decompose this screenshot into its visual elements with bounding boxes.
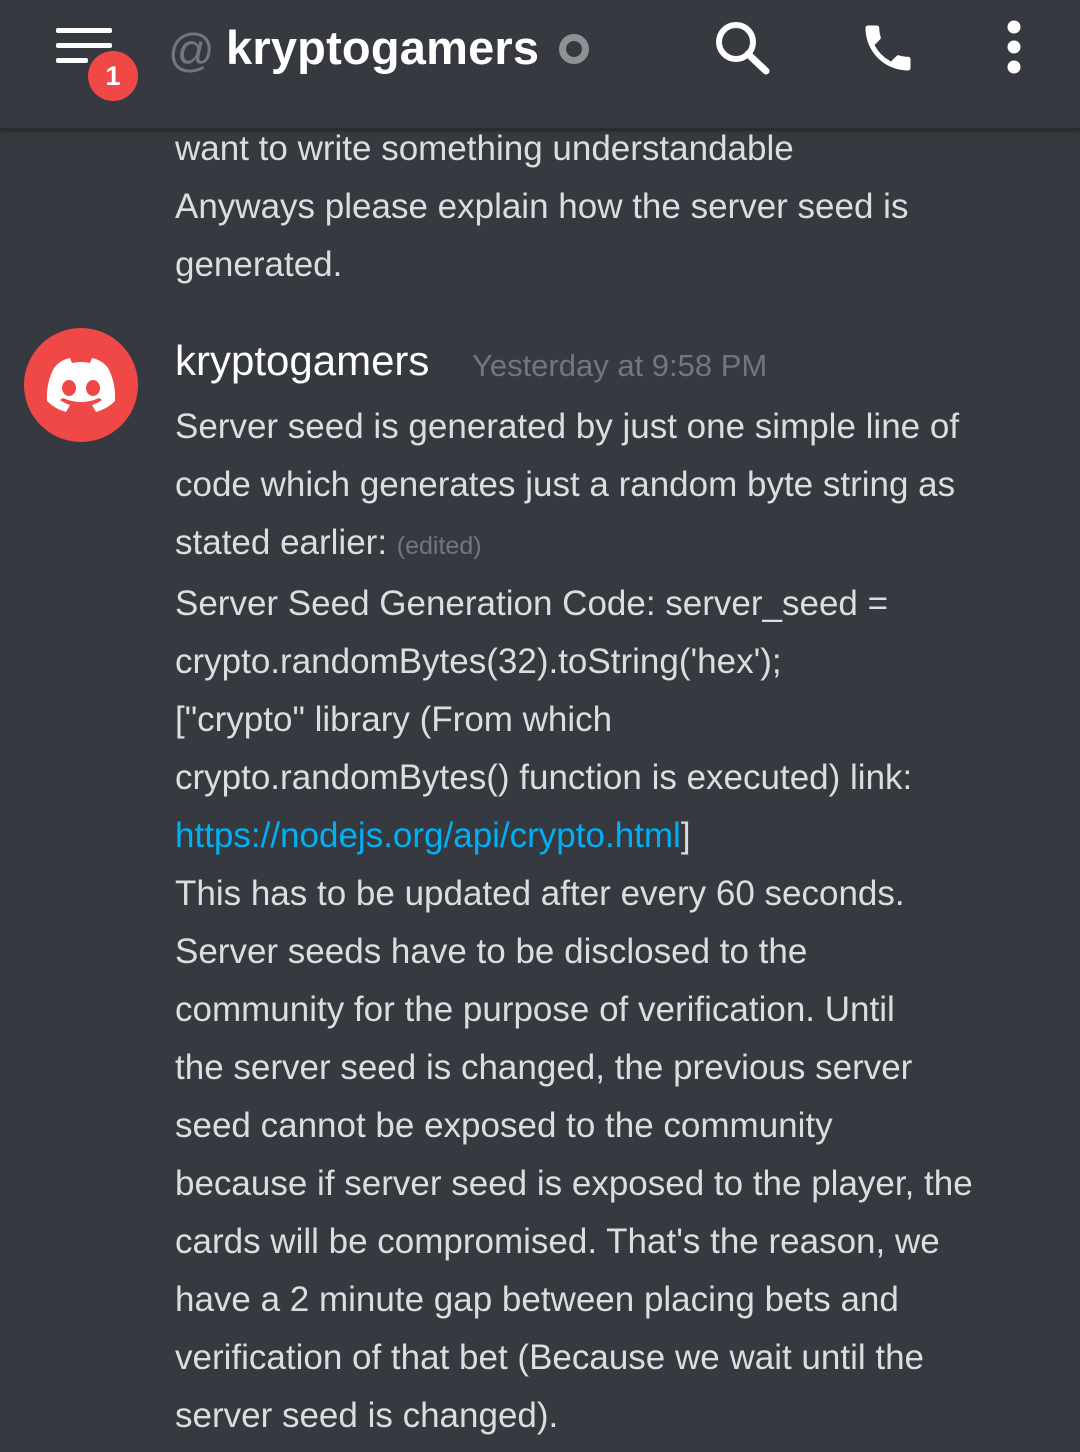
message-line: because if server seed is exposed to the… bbox=[175, 1164, 973, 1203]
search-icon bbox=[716, 22, 770, 75]
message-timestamp: Yesterday at 9:58 PM bbox=[472, 348, 768, 383]
message-line: server seed is changed). bbox=[175, 1396, 559, 1435]
message-line: have a 2 minute gap between placing bets… bbox=[175, 1280, 899, 1319]
crypto-docs-link[interactable]: https://nodejs.org/api/crypto.html bbox=[175, 816, 681, 855]
avatar[interactable] bbox=[24, 328, 138, 442]
message-line: Server seed is generated by just one sim… bbox=[175, 407, 960, 446]
message-line: the server seed is changed, the previous… bbox=[175, 1048, 913, 1087]
message-line: This has to be updated after every 60 se… bbox=[175, 874, 905, 913]
edited-tag: (edited) bbox=[396, 532, 482, 560]
message-body: Server seed is generated by just one sim… bbox=[175, 398, 973, 1445]
message-line: verification of that bet (Because we wai… bbox=[175, 1338, 925, 1377]
top-bar: 1 @ kryptogamers bbox=[0, 0, 1080, 129]
menu-line bbox=[56, 28, 112, 33]
message-line: generated. bbox=[175, 245, 343, 284]
message-line: Server seeds have to be disclosed to the bbox=[175, 932, 808, 971]
search-button[interactable] bbox=[712, 18, 774, 78]
message-line: https://nodejs.org/api/crypto.html] bbox=[175, 807, 973, 865]
discord-logo-icon bbox=[46, 358, 116, 412]
message-author[interactable]: kryptogamers bbox=[175, 333, 429, 389]
message-line: Server Seed Generation Code: server_seed… bbox=[175, 584, 889, 623]
message-line: ["crypto" library (From which bbox=[175, 700, 613, 739]
message-line: code which generates just a random byte … bbox=[175, 465, 956, 504]
channel-name[interactable]: kryptogamers bbox=[226, 20, 539, 76]
message-line: crypto.randomBytes(32).toString('hex'); bbox=[175, 642, 782, 681]
message-line: want to write something understandable bbox=[175, 129, 794, 168]
message-text: stated earlier: bbox=[175, 523, 388, 562]
message-line: stated earlier: (edited) bbox=[175, 514, 973, 575]
message-line: cards will be compromised. That's the re… bbox=[175, 1222, 940, 1261]
message-text: ] bbox=[680, 816, 691, 855]
message-line: crypto.randomBytes() function is execute… bbox=[175, 758, 913, 797]
offline-status-icon bbox=[559, 34, 589, 64]
call-button[interactable] bbox=[856, 18, 920, 78]
message-line: Anyways please explain how the server se… bbox=[175, 187, 909, 226]
message-line: seed cannot be exposed to the community bbox=[175, 1106, 833, 1145]
phone-icon bbox=[865, 25, 911, 71]
more-options-button[interactable] bbox=[996, 18, 1032, 78]
at-icon: @ bbox=[168, 24, 215, 76]
previous-message: want to write something understandable A… bbox=[175, 128, 908, 294]
notification-badge: 1 bbox=[88, 51, 138, 101]
menu-line bbox=[56, 58, 88, 63]
chat-screen: 1 @ kryptogamers want to write something… bbox=[0, 0, 1080, 1452]
message-line: community for the purpose of verificatio… bbox=[175, 990, 895, 1029]
menu-line bbox=[56, 43, 112, 48]
more-vertical-icon bbox=[1007, 20, 1021, 74]
message-list[interactable]: want to write something understandable A… bbox=[0, 128, 1080, 1452]
